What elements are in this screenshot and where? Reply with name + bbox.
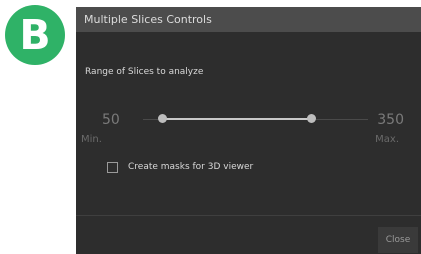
range-max-value: 350 (377, 112, 404, 128)
range-section-label: Range of Slices to analyze (85, 67, 204, 77)
range-min-value: 50 (102, 112, 120, 128)
multiple-slices-dialog: Multiple Slices Controls Range of Slices… (76, 7, 421, 254)
footer-divider (76, 215, 421, 216)
range-min-label: Min. (81, 134, 102, 145)
close-button[interactable]: Close (378, 227, 418, 253)
create-masks-checkbox[interactable] (107, 162, 118, 173)
dialog-title: Multiple Slices Controls (76, 7, 421, 32)
screenshot: B Multiple Slices Controls Range of Slic… (0, 0, 421, 254)
range-slider-selected (162, 118, 311, 120)
create-masks-label: Create masks for 3D viewer (128, 162, 254, 172)
range-max-label: Max. (375, 134, 399, 145)
range-slider-max-handle[interactable] (307, 114, 316, 123)
panel-badge: B (5, 5, 65, 65)
range-slider-min-handle[interactable] (158, 114, 167, 123)
